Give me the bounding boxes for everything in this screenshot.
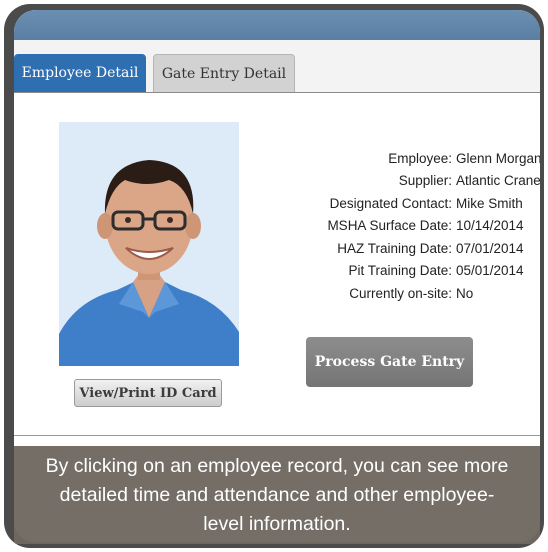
field-label: Designated Contact:: [329, 195, 452, 211]
title-bar: [14, 10, 540, 40]
field-value: No: [456, 285, 474, 301]
tab-gate-entry-detail[interactable]: Gate Entry Detail: [153, 54, 295, 92]
haz-training-date-row: HAZ Training Date: 07/01/2014: [284, 237, 540, 260]
field-value: Mike Smith: [456, 195, 523, 211]
process-gate-entry-button[interactable]: Process Gate Entry: [306, 337, 473, 387]
employee-photo: [59, 122, 239, 366]
caption-banner: By clicking on an employee record, you c…: [14, 446, 540, 544]
employee-portrait-image: [59, 122, 239, 366]
caption-text: By clicking on an employee record, you c…: [45, 454, 509, 535]
field-value: 07/01/2014: [456, 240, 524, 256]
field-label: HAZ Training Date:: [337, 240, 452, 256]
tab-strip: Employee Detail Gate Entry Detail: [14, 40, 540, 93]
device-frame: Employee Detail Gate Entry Detail View/P…: [4, 4, 544, 548]
designated-contact-row: Designated Contact: Mike Smith: [284, 192, 540, 215]
section-divider: [14, 435, 540, 436]
currently-on-site-row: Currently on-site: No: [284, 282, 540, 305]
field-label: Employee:: [388, 150, 452, 166]
supplier-row: Supplier: Atlantic Crane: [284, 170, 540, 193]
msha-surface-date-row: MSHA Surface Date: 10/14/2014: [284, 215, 540, 238]
field-value: 05/01/2014: [456, 263, 524, 279]
field-label: Pit Training Date:: [348, 263, 452, 279]
tab-employee-detail[interactable]: Employee Detail: [14, 54, 146, 92]
field-value: Glenn Morgan: [456, 150, 540, 166]
pit-training-date-row: Pit Training Date: 05/01/2014: [284, 260, 540, 283]
view-print-id-card-button[interactable]: View/Print ID Card: [74, 379, 222, 407]
field-label: Supplier:: [398, 173, 452, 189]
field-label: Currently on-site:: [349, 285, 452, 301]
field-value: 10/14/2014: [456, 218, 524, 234]
employee-info-list: Employee: Glenn Morgan Supplier: Atlantic …: [284, 147, 540, 305]
field-label: MSHA Surface Date:: [327, 218, 452, 234]
field-value: Atlantic Crane: [456, 173, 540, 189]
employee-detail-panel: View/Print ID Card Employee: Glenn Morgan…: [14, 93, 540, 453]
employee-name-row: Employee: Glenn Morgan: [284, 147, 540, 170]
